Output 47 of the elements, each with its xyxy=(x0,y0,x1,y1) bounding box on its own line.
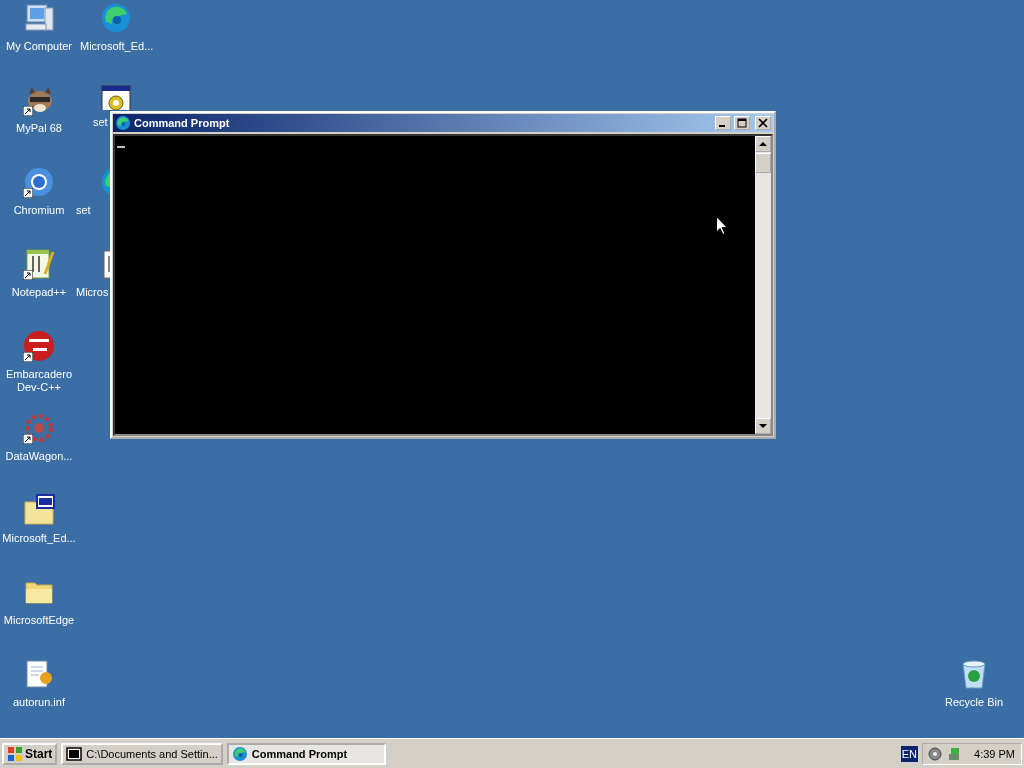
taskbar-button[interactable]: Command Prompt xyxy=(226,742,386,765)
clock: 4:39 PM xyxy=(974,747,1015,760)
setup-window-icon[interactable] xyxy=(100,84,132,110)
window-title: Command Prompt xyxy=(134,117,231,129)
edge-icon xyxy=(115,115,131,131)
chromium-icon[interactable] xyxy=(23,166,55,198)
inf-file-icon[interactable] xyxy=(23,658,55,690)
minimize-icon xyxy=(719,125,725,127)
icon-label: Embarcadero Dev-C++ xyxy=(4,368,73,394)
doc-partial-icon[interactable] xyxy=(100,248,110,280)
down-arrow-icon[interactable] xyxy=(759,422,767,430)
archive-icon xyxy=(66,745,83,762)
icon-label: set xyxy=(76,204,91,217)
close-icon xyxy=(758,118,768,128)
icon-label: DataWagon... xyxy=(5,450,73,463)
edge-icon[interactable] xyxy=(100,2,132,34)
scrollbar-thumb[interactable] xyxy=(755,153,771,173)
up-arrow-icon[interactable] xyxy=(759,140,767,148)
devcpp-icon[interactable] xyxy=(23,330,55,362)
disc-icon[interactable] xyxy=(927,745,943,762)
datawagon-icon[interactable] xyxy=(23,412,55,444)
maximize-icon xyxy=(737,118,747,128)
taskbar-button[interactable]: C:\Documents and Settin... xyxy=(61,742,223,765)
text-cursor xyxy=(117,146,125,148)
icon-label: Microsoft_Ed... xyxy=(80,40,154,53)
icon-label: Microsoft_Ed... xyxy=(2,532,76,545)
icon-label: Notepad++ xyxy=(11,286,67,299)
minimize-button[interactable] xyxy=(715,116,731,130)
icon-label: autorun.inf xyxy=(13,696,65,709)
icon-label: Micros xyxy=(76,286,109,299)
start-button[interactable]: Start xyxy=(2,742,58,765)
icon-label: My Computer xyxy=(6,40,72,53)
icon-label: Chromium xyxy=(13,204,65,217)
icon-label: set xyxy=(93,116,108,129)
computer-icon[interactable] xyxy=(23,2,55,34)
iso-folder-icon[interactable] xyxy=(23,494,55,526)
icon-label: MicrosoftEdge xyxy=(3,614,75,627)
windows-logo-icon xyxy=(7,745,23,762)
pointer-icon xyxy=(716,216,728,235)
language-indicator[interactable]: EN xyxy=(900,745,918,762)
edge-icon xyxy=(231,745,248,762)
close-button[interactable] xyxy=(755,116,771,130)
maximize-button[interactable] xyxy=(734,116,750,130)
notepad-icon[interactable] xyxy=(23,248,55,280)
icon-label: Recycle Bin xyxy=(944,696,1004,709)
icon-label: MyPal 68 xyxy=(16,122,62,135)
scrollbar[interactable] xyxy=(755,136,771,434)
